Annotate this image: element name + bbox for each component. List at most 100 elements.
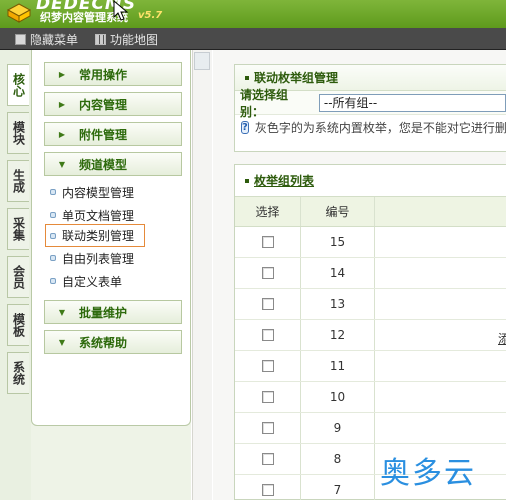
menu-head-batch[interactable]: ▼ 批量维护 bbox=[44, 300, 182, 324]
row-checkbox[interactable] bbox=[261, 329, 274, 341]
truncated-link[interactable]: 添 bbox=[498, 330, 506, 347]
row-name bbox=[375, 382, 506, 412]
hide-menu-button[interactable]: 隐藏菜单 bbox=[15, 31, 78, 47]
row-checkbox[interactable] bbox=[261, 236, 274, 248]
row-name bbox=[375, 320, 506, 350]
row-select-cell bbox=[235, 475, 301, 500]
group-select-value: --所有组-- bbox=[323, 96, 378, 110]
row-id: 15 bbox=[301, 227, 375, 257]
row-id: 10 bbox=[301, 382, 375, 412]
linkage-group-panel: 联动枚举组管理 请选择组别： --所有组-- ? 灰色字的为系统内置枚举，您是不… bbox=[234, 64, 506, 152]
grid-icon bbox=[95, 33, 106, 45]
row-checkbox[interactable] bbox=[261, 484, 274, 496]
chevron-down-icon: ▼ bbox=[58, 337, 66, 347]
menu-head-label: 频道模型 bbox=[79, 157, 128, 172]
col-select: 选择 bbox=[235, 197, 301, 226]
menu-head-label: 批量维护 bbox=[79, 305, 128, 320]
menu-item-content-model[interactable]: 内容模型管理 bbox=[50, 182, 134, 202]
collapse-handle[interactable] bbox=[194, 52, 210, 70]
row-select-cell bbox=[235, 444, 301, 474]
tab-generate[interactable]: 生成 bbox=[7, 160, 29, 202]
row-select-cell bbox=[235, 289, 301, 319]
menu-head-label: 内容管理 bbox=[79, 97, 128, 112]
group-select-label: 请选择组别： bbox=[240, 87, 289, 119]
dedecms-logo-icon bbox=[6, 3, 32, 23]
chevron-down-icon: ▼ bbox=[58, 159, 66, 169]
table-row: 10 bbox=[235, 382, 506, 413]
menu-item-linkage-category[interactable]: 联动类别管理 bbox=[45, 224, 146, 247]
menu-item-free-list[interactable]: 自由列表管理 bbox=[50, 248, 134, 268]
menu-head-common[interactable]: ▶ 常用操作 bbox=[44, 62, 182, 86]
row-name bbox=[375, 413, 506, 443]
menu-item-custom-form[interactable]: 自定义表单 bbox=[50, 271, 122, 291]
mouse-cursor-icon bbox=[113, 0, 129, 21]
help-icon: ? bbox=[241, 120, 249, 134]
row-checkbox[interactable] bbox=[261, 453, 274, 465]
row-select-cell bbox=[235, 351, 301, 381]
menu-head-content[interactable]: ▶ 内容管理 bbox=[44, 92, 182, 116]
row-select-cell bbox=[235, 413, 301, 443]
menu-head-channel[interactable]: ▼ 频道模型 bbox=[44, 152, 182, 176]
tab-member[interactable]: 会员 bbox=[7, 256, 29, 298]
sitemap-label: 功能地图 bbox=[110, 32, 159, 47]
tab-collect[interactable]: 采集 bbox=[7, 208, 29, 250]
tab-core[interactable]: 核心 bbox=[7, 64, 29, 106]
menu-item-label: 联动类别管理 bbox=[62, 229, 135, 243]
row-id: 11 bbox=[301, 351, 375, 381]
row-name bbox=[375, 227, 506, 257]
row-checkbox[interactable] bbox=[261, 391, 274, 403]
row-checkbox[interactable] bbox=[261, 267, 274, 279]
tab-module[interactable]: 模块 bbox=[7, 112, 29, 154]
table-row: 12 bbox=[235, 320, 506, 351]
chevron-right-icon: ▶ bbox=[58, 99, 66, 109]
group-select[interactable]: --所有组-- bbox=[318, 93, 506, 112]
tab-system[interactable]: 系统 bbox=[7, 352, 29, 394]
top-banner: DEDECMS 织梦内容管理系统 v5.7 bbox=[0, 0, 506, 28]
menu-head-attachment[interactable]: ▶ 附件管理 bbox=[44, 122, 182, 146]
bullet-icon bbox=[50, 255, 56, 261]
tab-template[interactable]: 模板 bbox=[7, 304, 29, 346]
row-select-cell bbox=[235, 258, 301, 288]
menu-item-label: 内容模型管理 bbox=[62, 185, 135, 200]
menu-item-label: 单页文档管理 bbox=[62, 208, 135, 223]
hint-row: ? 灰色字的为系统内置枚举，您是不能对它进行删除的 bbox=[235, 115, 506, 139]
list-title: 枚举组列表 bbox=[235, 165, 506, 197]
row-id: 14 bbox=[301, 258, 375, 288]
bullet-icon bbox=[50, 278, 56, 284]
chevron-right-icon: ▶ bbox=[58, 129, 66, 139]
hint-text: 灰色字的为系统内置枚举，您是不能对它进行删除的 bbox=[254, 120, 506, 135]
module-tabs: 核心 模块 生成 采集 会员 模板 系统 bbox=[0, 50, 32, 500]
menu-head-label: 常用操作 bbox=[79, 67, 128, 82]
menu-item-single-page[interactable]: 单页文档管理 bbox=[50, 205, 134, 225]
row-name bbox=[375, 289, 506, 319]
group-select-row: 请选择组别： --所有组-- bbox=[235, 88, 506, 119]
menu-head-label: 系统帮助 bbox=[79, 335, 128, 350]
table-row: 14 bbox=[235, 258, 506, 289]
square-bullet-icon bbox=[245, 178, 249, 183]
row-checkbox[interactable] bbox=[261, 360, 274, 372]
table-row: 11 bbox=[235, 351, 506, 382]
side-menu: ▶ 常用操作 ▶ 内容管理 ▶ 附件管理 ▼ 频道模型 内容模型管理 单页文档管… bbox=[31, 50, 191, 426]
row-id: 8 bbox=[301, 444, 375, 474]
table-row: 15 bbox=[235, 227, 506, 258]
col-name bbox=[375, 197, 506, 226]
row-name bbox=[375, 351, 506, 381]
row-checkbox[interactable] bbox=[261, 422, 274, 434]
row-select-cell bbox=[235, 320, 301, 350]
menu-item-label: 自由列表管理 bbox=[62, 251, 135, 266]
row-select-cell bbox=[235, 382, 301, 412]
list-title-text: 枚举组列表 bbox=[254, 174, 315, 188]
frame-splitter[interactable] bbox=[192, 50, 212, 500]
row-select-cell bbox=[235, 227, 301, 257]
bullet-icon bbox=[50, 189, 56, 195]
chevron-down-icon: ▼ bbox=[58, 307, 66, 317]
bullet-icon bbox=[50, 212, 56, 218]
row-checkbox[interactable] bbox=[261, 298, 274, 310]
menu-head-help[interactable]: ▼ 系统帮助 bbox=[44, 330, 182, 354]
watermark-text: 奥多云 bbox=[380, 456, 476, 491]
sitemap-button[interactable]: 功能地图 bbox=[95, 31, 158, 47]
menu-head-label: 附件管理 bbox=[79, 127, 128, 142]
top-toolbar: 隐藏菜单 功能地图 bbox=[0, 28, 506, 50]
square-bullet-icon bbox=[245, 75, 249, 80]
row-id: 12 bbox=[301, 320, 375, 350]
